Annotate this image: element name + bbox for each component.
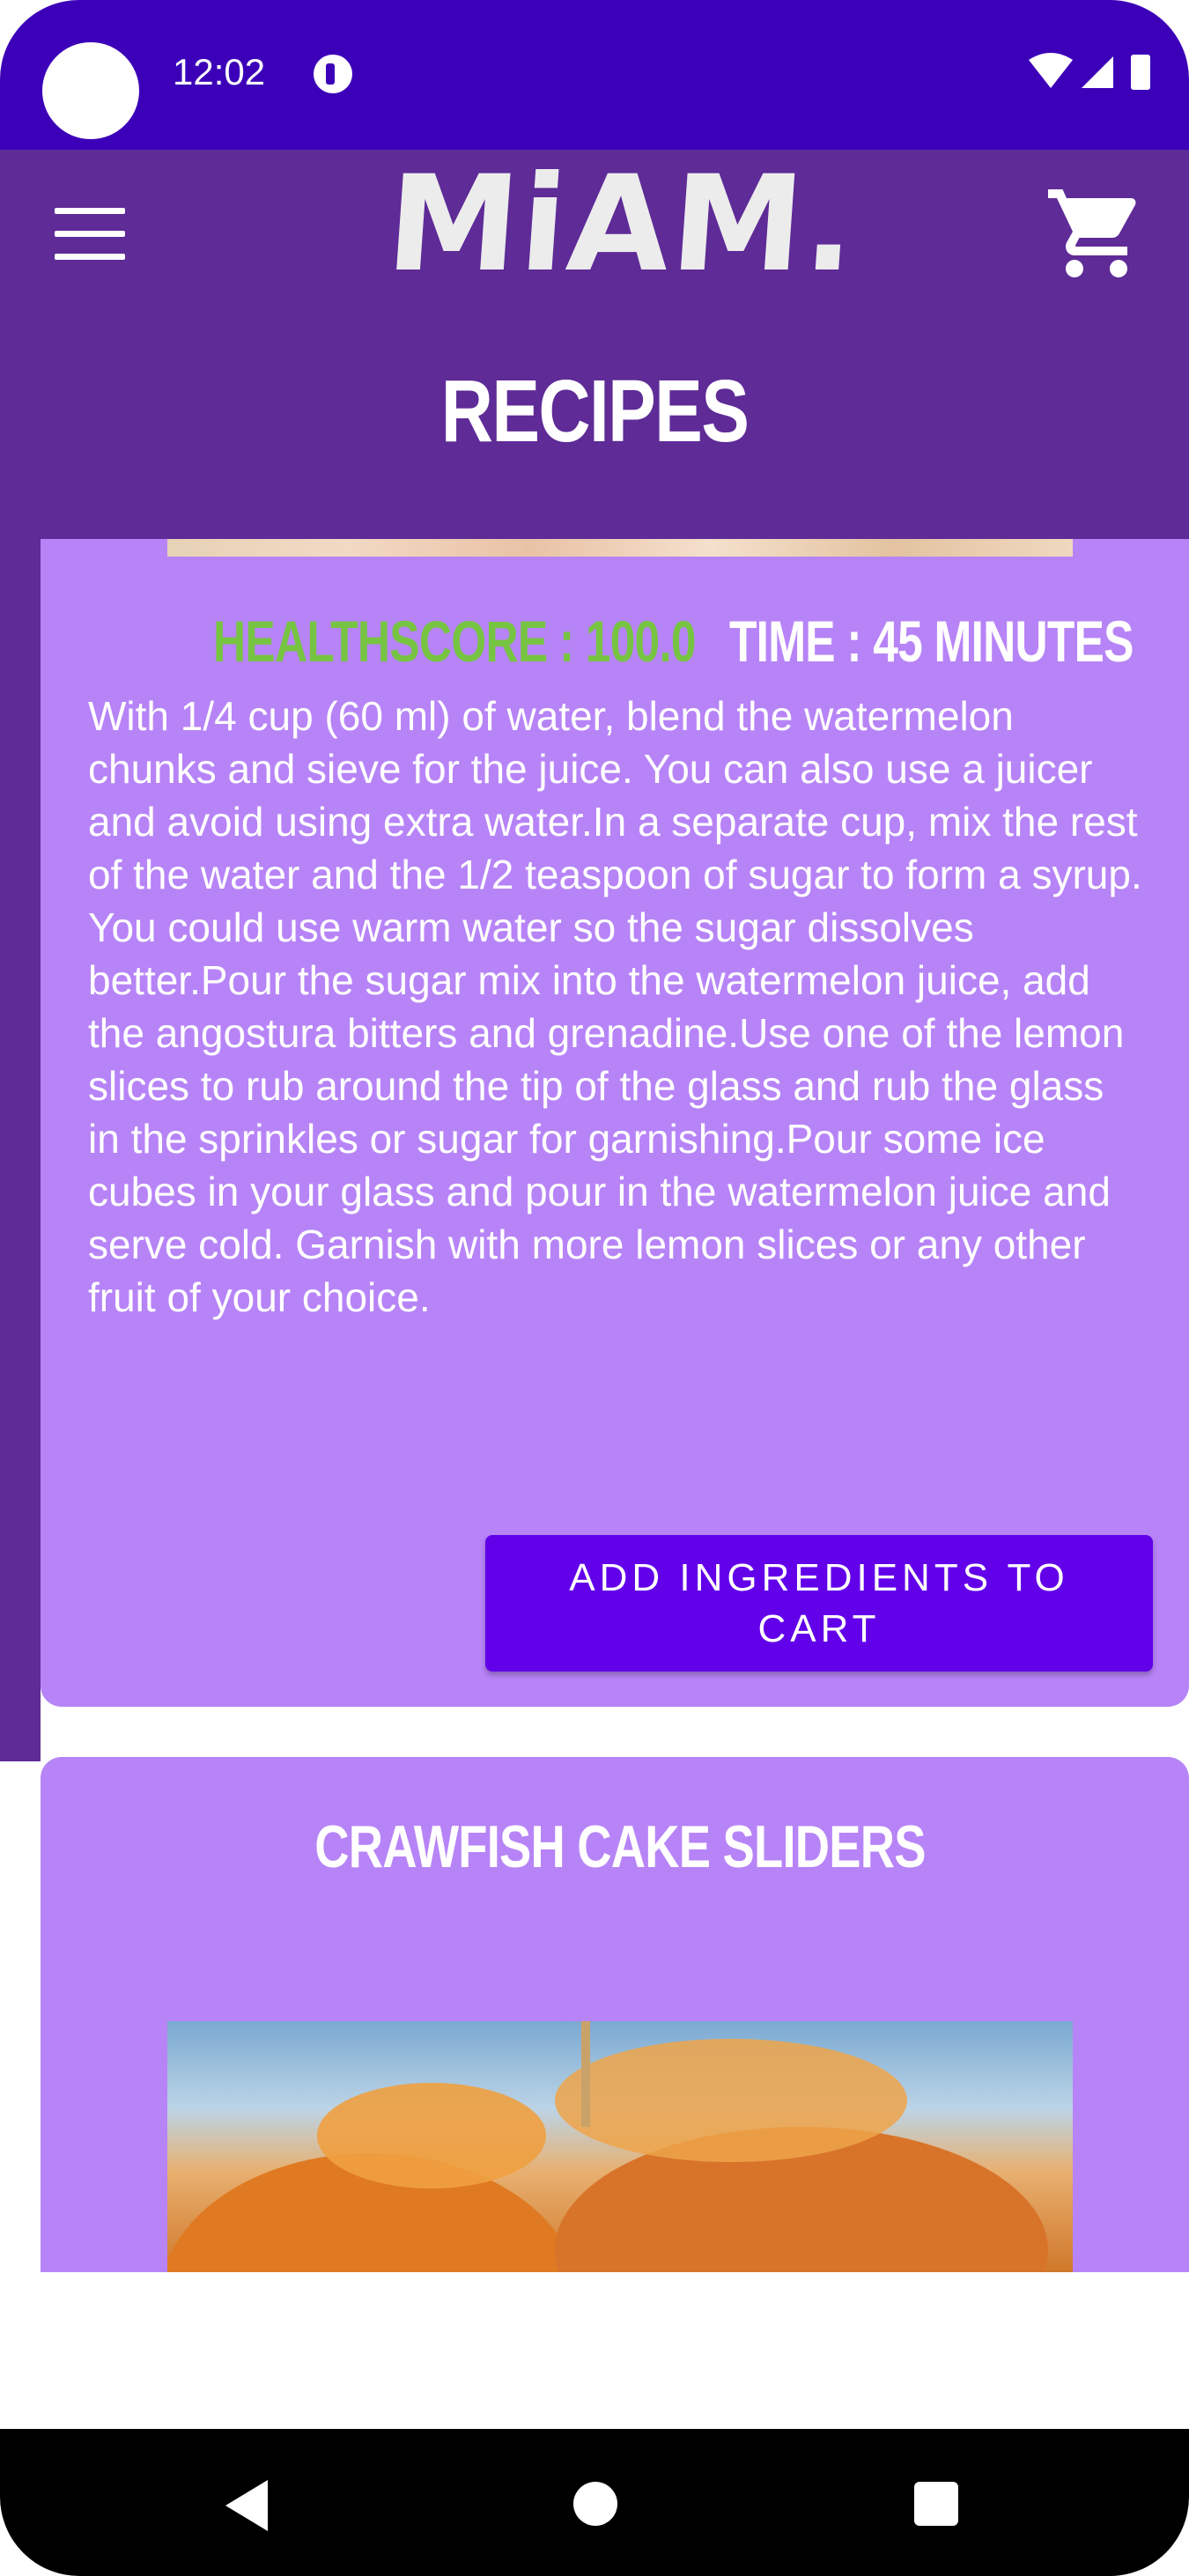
home-icon[interactable] <box>573 2482 617 2526</box>
shopping-cart-icon[interactable] <box>1044 181 1149 286</box>
app-logo: MiAM. <box>381 148 863 301</box>
slider-illustration <box>167 2021 1048 2272</box>
status-time: 12:02 <box>173 51 266 92</box>
header-extension <box>0 546 41 1761</box>
time-label: TIME : 45 MINUTES <box>729 609 1134 674</box>
back-icon[interactable] <box>220 2475 273 2536</box>
notification-icon <box>314 55 352 93</box>
healthscore-label: HEALTHSCORE : 100.0 <box>213 609 697 674</box>
add-ingredients-to-cart-button[interactable]: ADD INGREDIENTS TO CART <box>485 1535 1153 1672</box>
recipe-image <box>167 539 1073 557</box>
menu-button[interactable] <box>55 208 125 261</box>
wifi-icon <box>1029 53 1073 88</box>
recents-icon[interactable] <box>914 2482 958 2526</box>
recipe-image-crawfish <box>167 2021 1073 2272</box>
camera-cutout <box>42 42 139 139</box>
recipe-title: CRAWFISH CAKE SLIDERS <box>314 1813 926 1880</box>
status-icons <box>1029 53 1150 90</box>
add-ingredients-button-label: ADD INGREDIENTS TO CART <box>569 1555 1069 1650</box>
battery-icon <box>1131 55 1150 90</box>
signal-icon <box>1082 56 1113 88</box>
recipe-instructions: With 1/4 cup (60 ml) of water, blend the… <box>88 693 1142 1320</box>
page-title: RECIPES <box>440 362 750 461</box>
